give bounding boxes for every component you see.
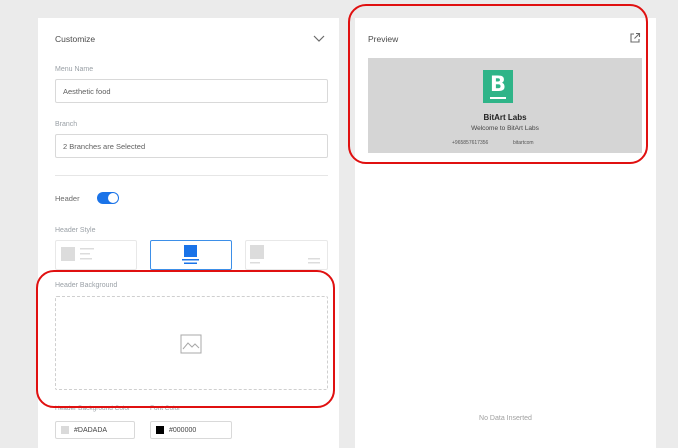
font-color-label: Font Color <box>150 405 181 412</box>
font-color-input[interactable]: #000000 <box>150 421 232 439</box>
background-color-input[interactable]: #DADADA <box>55 421 135 439</box>
external-link-icon[interactable] <box>629 32 641 44</box>
header-background-color-label: Header Background Color <box>55 405 131 412</box>
welcome-text: Welcome to BitArt Labs <box>471 125 539 132</box>
menu-name-value: Aesthetic food <box>63 86 111 96</box>
customize-title: Customize <box>55 34 96 44</box>
divider <box>55 175 328 176</box>
logo-bar <box>490 97 506 99</box>
font-color-value: #000000 <box>169 426 197 434</box>
branch-label: Branch <box>55 121 78 128</box>
layout-left-icon <box>61 247 94 261</box>
social-handle: bitartcom <box>513 140 534 146</box>
header-label: Header <box>55 194 80 203</box>
logo-letter-icon: B <box>489 72 506 96</box>
menu-name-input[interactable]: Aesthetic food <box>55 79 328 103</box>
toggle-knob <box>108 193 118 203</box>
layout-right-icon <box>250 245 320 264</box>
header-background-upload[interactable] <box>55 296 328 390</box>
background-color-value: #DADADA <box>74 426 108 434</box>
empty-state-text: No Data Inserted <box>479 415 532 422</box>
preview-header-card: B BitArt Labs Welcome to BitArt Labs +96… <box>368 58 642 153</box>
background-color-swatch <box>61 426 69 434</box>
branch-value: 2 Branches are Selected <box>63 141 146 151</box>
phone-number: +965857617356 <box>452 140 489 146</box>
header-style-option-right[interactable] <box>245 240 328 270</box>
header-toggle[interactable] <box>97 192 119 204</box>
image-placeholder-icon <box>180 334 202 354</box>
branch-select[interactable]: 2 Branches are Selected <box>55 134 328 158</box>
chevron-down-icon[interactable] <box>313 35 325 43</box>
menu-name-label: Menu Name <box>55 66 94 73</box>
font-color-swatch <box>156 426 164 434</box>
header-background-label: Header Background <box>55 282 118 289</box>
layout-center-icon <box>182 245 199 264</box>
header-style-label: Header Style <box>55 227 96 234</box>
brand-name: BitArt Labs <box>483 113 527 122</box>
brand-logo: B <box>483 70 513 103</box>
header-style-option-left[interactable] <box>55 240 137 270</box>
header-style-option-center[interactable] <box>150 240 232 270</box>
preview-title: Preview <box>368 34 399 44</box>
